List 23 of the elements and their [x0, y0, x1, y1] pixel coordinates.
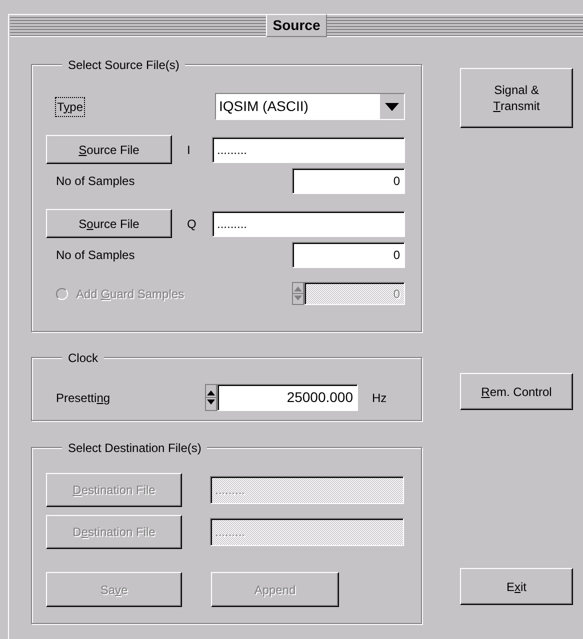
unit-label: Hz: [372, 390, 387, 406]
input-field[interactable]: 0: [292, 168, 405, 194]
window-title: Source: [266, 14, 328, 37]
button[interactable]: Rem. Control: [460, 373, 573, 410]
samples-label: No of Samples: [56, 247, 135, 264]
input-field[interactable]: 25000.000: [217, 384, 358, 411]
input-field[interactable]: .........: [212, 210, 405, 236]
channel-label: Q: [186, 216, 198, 232]
input-field[interactable]: 0: [292, 242, 405, 268]
button[interactable]: Source File: [46, 135, 172, 164]
type-label: Type: [56, 98, 84, 116]
dropdown[interactable]: IQSIM (ASCII): [215, 93, 405, 120]
channel-label: I: [186, 142, 192, 158]
radio-button[interactable]: [56, 288, 68, 300]
dropdown-arrow-icon[interactable]: [385, 102, 399, 110]
spin-buttons[interactable]: [205, 384, 217, 411]
radio-label: Add Guard Samples: [76, 286, 184, 302]
button[interactable]: Source File: [46, 209, 172, 238]
button[interactable]: Exit: [460, 568, 573, 605]
input-field[interactable]: .........: [212, 136, 405, 162]
button[interactable]: Signal & Transmit: [460, 68, 573, 128]
presetting-label: Presetting: [56, 390, 112, 406]
samples-label: No of Samples: [56, 173, 135, 190]
